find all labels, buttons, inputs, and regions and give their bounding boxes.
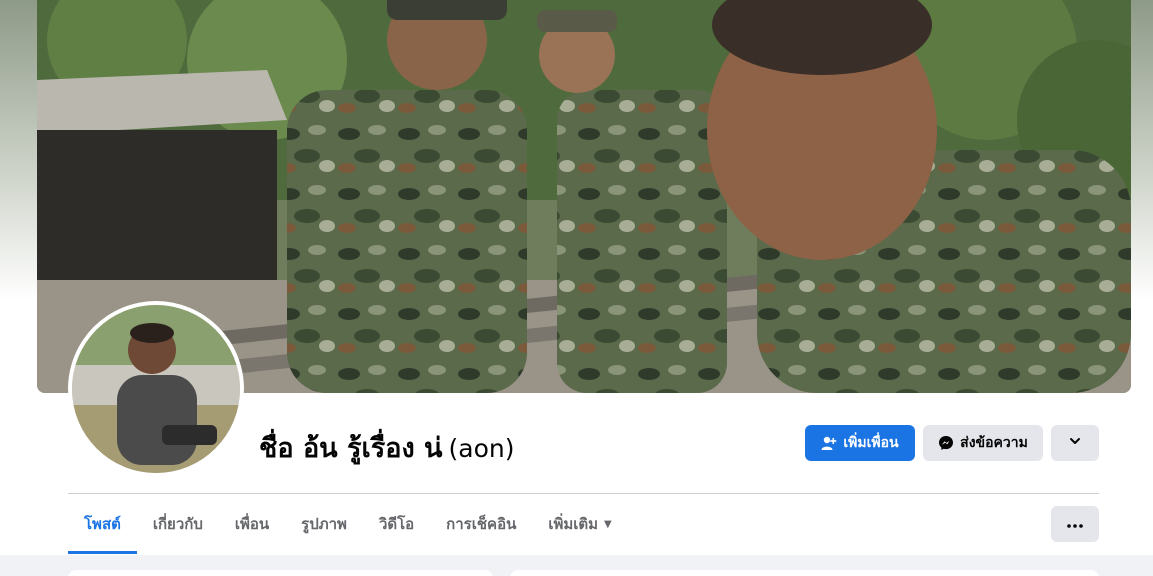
- message-button[interactable]: ส่งข้อความ: [923, 425, 1043, 461]
- ellipsis-icon: [1067, 516, 1083, 532]
- tab-label: โพสต์: [84, 515, 121, 533]
- profile-tabs: โพสต์ เกี่ยวกับ เพื่อน รูปภาพ วิดีโอ การ…: [68, 494, 628, 554]
- profile-options-dropdown[interactable]: [1051, 425, 1099, 461]
- caret-down-icon: ▼: [604, 518, 612, 530]
- tab-posts[interactable]: โพสต์: [68, 494, 137, 554]
- tab-label: เกี่ยวกับ: [152, 515, 203, 533]
- alternate-name: (aon): [448, 434, 515, 463]
- tab-label: วิดีโอ: [378, 515, 415, 533]
- tab-about[interactable]: เกี่ยวกับ: [137, 494, 219, 554]
- tab-checkins[interactable]: การเช็คอิน: [430, 494, 532, 554]
- more-options-button[interactable]: [1051, 506, 1099, 542]
- tab-label: รูปภาพ: [301, 515, 347, 533]
- tab-videos[interactable]: วิดีโอ: [363, 494, 430, 554]
- posts-card: [510, 570, 1099, 576]
- profile-name-text: ชื่อ อ้น รู้เรื่อง น่: [259, 433, 443, 464]
- tab-label: เพื่อน: [234, 515, 270, 533]
- add-friend-label: เพิ่มเพื่อน: [843, 435, 899, 451]
- messenger-icon: [938, 435, 954, 451]
- person-plus-icon: [821, 435, 837, 451]
- message-label: ส่งข้อความ: [960, 435, 1028, 451]
- profile-picture: [72, 305, 240, 473]
- chevron-down-icon: [1068, 434, 1082, 452]
- profile-name: ชื่อ อ้น รู้เรื่อง น่ (aon): [259, 426, 514, 469]
- intro-card: [68, 570, 493, 576]
- tab-label: เพิ่มเติม: [548, 515, 599, 533]
- tab-label: การเช็คอิน: [446, 515, 517, 533]
- add-friend-button[interactable]: เพิ่มเพื่อน: [805, 425, 915, 461]
- tab-photos[interactable]: รูปภาพ: [285, 494, 363, 554]
- tab-more[interactable]: เพิ่มเติม ▼: [532, 494, 627, 554]
- avatar[interactable]: [68, 301, 244, 477]
- tab-friends[interactable]: เพื่อน: [219, 494, 285, 554]
